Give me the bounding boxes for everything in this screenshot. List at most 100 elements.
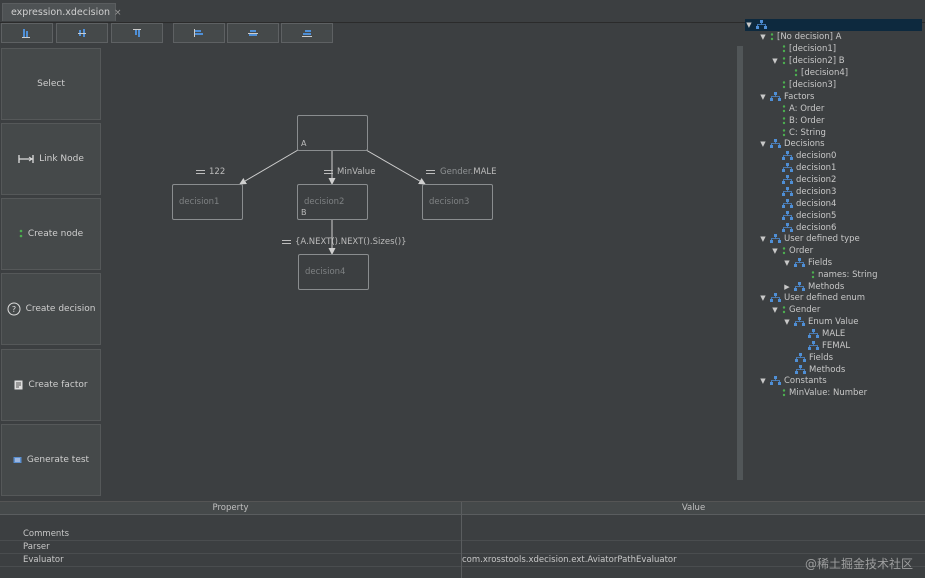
node-label: decision4 [305,267,346,277]
expand-toggle-icon[interactable]: ▼ [759,140,767,148]
expand-toggle-icon[interactable]: ▼ [771,247,779,255]
tree-label: User defined type [784,234,860,244]
tree-root[interactable]: ▼ [745,19,922,31]
tree-item-decision4-ref[interactable]: [decision4] [794,67,848,79]
expand-toggle-icon[interactable]: ▼ [771,57,779,65]
tree-item-decision5[interactable]: decision5 [782,210,836,222]
tree-item-factor-b[interactable]: B: Order [782,115,825,127]
create-node-tool-button[interactable]: Create node [1,198,101,270]
tree-label: Constants [784,376,827,386]
diagram-canvas[interactable]: A decision1 decision2 B decision3 decisi… [103,46,736,498]
expand-toggle-icon[interactable]: ▼ [759,294,767,302]
node-decision2[interactable]: decision2 B [297,184,368,220]
align-top-button[interactable] [173,23,225,43]
tree-item-constants[interactable]: ▼ Constants [759,375,827,387]
align-right-icon [133,29,141,37]
tree-label: Factors [784,92,815,102]
edge-label-122[interactable]: 122 [196,167,225,177]
tree-item-femal[interactable]: FEMAL [808,340,850,352]
expand-toggle-icon[interactable]: ▼ [783,259,791,267]
tree-item-decision3-ref[interactable]: [decision3] [782,79,836,91]
property-value[interactable]: com.xrosstools.xdecision.ext.AviatorPath… [462,554,677,566]
edge-label-gender-male[interactable]: Gender.MALE [426,167,497,177]
tree-item-order[interactable]: ▼ Order [771,245,813,257]
align-right-button[interactable] [111,23,163,43]
tree-item-decision0[interactable]: decision0 [782,150,836,162]
link-node-tool-button[interactable]: Link Node [1,123,101,195]
tree-icon [794,317,805,326]
tree-icon [770,139,781,148]
tree-item-decision2[interactable]: decision2 [782,174,836,186]
property-row-comments[interactable]: Comments [0,528,925,541]
edge-label-minvalue[interactable]: MinValue [324,167,375,177]
tree-icon [794,258,805,267]
edge-value: MinValue [337,167,376,177]
expand-toggle-icon[interactable]: ▼ [759,235,767,243]
align-left-icon [22,29,30,38]
tree-item-minvalue[interactable]: MinValue: Number [782,387,867,399]
tree-item-enum-fields[interactable]: Fields [795,352,833,364]
align-middle-button[interactable] [227,23,279,43]
tree-item-no-decision[interactable]: ▼ [No decision] A [759,31,841,43]
tree-item-user-defined-type[interactable]: ▼ User defined type [759,233,860,245]
tree-item-decisions[interactable]: ▼ Decisions [759,138,825,150]
node-icon [811,271,815,279]
property-column-header[interactable]: Property [0,502,461,515]
tree-label: Fields [808,258,833,268]
property-row-evaluator[interactable]: Evaluator com.xrosstools.xdecision.ext.A… [0,554,925,567]
node-decision3[interactable]: decision3 [422,184,493,220]
tree-icon [770,293,781,302]
tree-label: [No decision] A [777,32,842,42]
tree-item-gender[interactable]: ▼ Gender [771,304,820,316]
close-icon[interactable]: × [114,8,122,18]
expand-toggle-icon[interactable]: ▼ [745,21,753,29]
tree-label: Methods [808,282,845,292]
node-tag: A [301,139,307,148]
tree-icon [782,151,793,160]
select-tool-button[interactable]: Select [1,48,101,120]
expand-toggle-icon[interactable]: ▼ [771,306,779,314]
node-icon [782,81,786,89]
edge-label-next-sizes[interactable]: {A.NEXT().NEXT().Sizes()} [282,237,407,247]
expand-toggle-icon[interactable]: ▼ [759,33,767,41]
tree-item-decision4[interactable]: decision4 [782,198,836,210]
tree-label: C: String [789,128,826,138]
tree-item-decision3[interactable]: decision3 [782,186,836,198]
tree-label: [decision1] [789,44,837,54]
tree-icon [808,329,819,338]
tree-label: Gender [789,305,821,315]
align-center-button[interactable] [56,23,108,43]
tree-label: MinValue: Number [789,388,868,398]
expand-toggle-icon[interactable]: ▼ [783,318,791,326]
tree-label: Order [789,246,814,256]
expand-toggle-icon[interactable]: ▼ [759,93,767,101]
align-left-button[interactable] [1,23,53,43]
node-decision1[interactable]: decision1 [172,184,243,220]
value-column-header[interactable]: Value [462,502,925,515]
tree-item-factor-a[interactable]: A: Order [782,103,824,115]
tree-item-fields[interactable]: ▼ Fields [783,257,832,269]
node-icon [770,33,774,41]
property-row-parser[interactable]: Parser [0,541,925,554]
tree-item-user-defined-enum[interactable]: ▼ User defined enum [759,292,865,304]
tree-item-names-field[interactable]: names: String [811,269,877,281]
tree-label: decision6 [796,223,837,233]
tree-item-decision1-ref[interactable]: [decision1] [782,43,836,55]
tree-item-enum-value[interactable]: ▼ Enum Value [783,316,858,328]
tree-item-male[interactable]: MALE [808,328,845,340]
generate-test-tool-button[interactable]: Generate test [1,424,101,496]
create-factor-label: Create factor [28,380,88,390]
node-root[interactable]: A [297,115,368,151]
vertical-splitter[interactable] [737,46,743,480]
node-decision4[interactable]: decision4 [298,254,369,290]
create-factor-tool-button[interactable]: Create factor [1,349,101,421]
tab-expression-xdecision[interactable]: expression.xdecision × [2,3,122,21]
tree-item-decision2-ref[interactable]: ▼ [decision2] B [771,55,844,67]
tree-icon [756,20,767,29]
create-decision-tool-button[interactable]: ? Create decision [1,273,101,345]
tree-item-decision1[interactable]: decision1 [782,162,836,174]
expand-toggle-icon[interactable]: ▶ [783,283,791,291]
expand-toggle-icon[interactable]: ▼ [759,377,767,385]
align-bottom-button[interactable] [281,23,333,43]
tree-item-factors[interactable]: ▼ Factors [759,91,814,103]
